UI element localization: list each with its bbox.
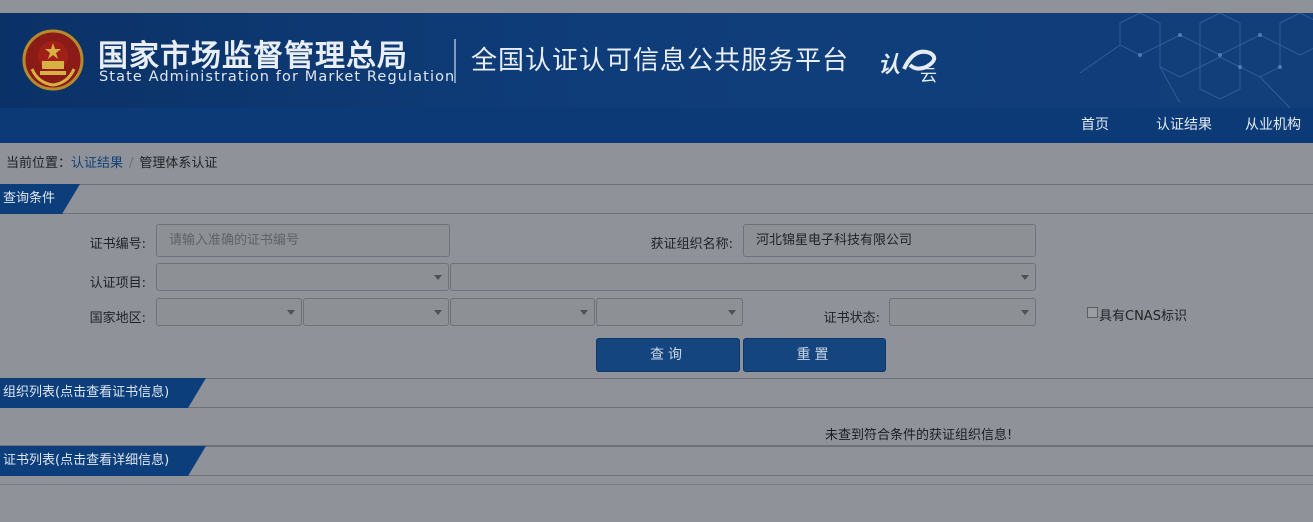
cert-no-label: 证书编号: xyxy=(89,237,146,252)
agency-name-en: State Administration for Market Regulati… xyxy=(99,69,456,85)
org-name-input[interactable]: 河北锦星电子科技有限公司 xyxy=(743,224,1036,257)
region-label: 国家地区: xyxy=(89,311,146,326)
query-section-title: 查询条件 xyxy=(0,184,80,214)
hexagon-network-decoration xyxy=(1079,13,1313,108)
project-label: 认证项目: xyxy=(89,276,146,291)
breadcrumb-current: 管理体系认证 xyxy=(139,156,218,171)
status-select[interactable] xyxy=(889,298,1036,326)
main-nav: 首页 认证结果 从业机构 xyxy=(0,108,1313,143)
content-bottom-divider xyxy=(0,484,1313,485)
reset-button[interactable]: 重置 xyxy=(743,338,886,372)
platform-title: 全国认证认可信息公共服务平台 xyxy=(471,46,850,76)
region-select-1[interactable] xyxy=(156,298,302,326)
search-button[interactable]: 查询 xyxy=(596,338,740,372)
org-name-label: 获证组织名称: xyxy=(650,237,733,252)
chevron-down-icon xyxy=(728,310,736,315)
status-label: 证书状态: xyxy=(823,311,880,326)
breadcrumb-prefix: 当前位置： xyxy=(6,156,72,171)
region-select-4[interactable] xyxy=(596,298,743,326)
region-select-2[interactable] xyxy=(303,298,449,326)
logo-text-rz: 认 xyxy=(878,53,901,78)
project-select-secondary[interactable] xyxy=(450,263,1036,291)
logo-text-yun: 云 xyxy=(920,66,937,86)
nav-item-home[interactable]: 首页 xyxy=(1081,108,1109,143)
national-emblem-icon xyxy=(22,29,84,91)
query-section-bar: 查询条件 xyxy=(0,184,1313,214)
org-list-section-title[interactable]: 组织列表(点击查看证书信息) xyxy=(0,378,206,408)
breadcrumb-separator: / xyxy=(129,156,134,171)
cert-list-section-bar: 证书列表(点击查看详细信息) xyxy=(0,446,1313,476)
org-list-empty-row xyxy=(0,413,1313,446)
cnas-checkbox[interactable] xyxy=(1087,307,1098,318)
nav-item-cert-results[interactable]: 认证结果 xyxy=(1156,108,1212,143)
header-divider xyxy=(454,39,456,83)
chevron-down-icon xyxy=(1021,310,1029,315)
chevron-down-icon xyxy=(580,310,588,315)
cnas-checkbox-label: 具有CNAS标识 xyxy=(1099,309,1187,324)
nav-item-institutions[interactable]: 从业机构 xyxy=(1245,108,1301,143)
org-list-empty-message: 未查到符合条件的获证组织信息! xyxy=(825,428,1013,443)
chevron-down-icon xyxy=(434,275,442,280)
org-list-section-bar: 组织列表(点击查看证书信息) xyxy=(0,378,1313,408)
breadcrumb-link[interactable]: 认证结果 xyxy=(71,156,123,171)
top-strip xyxy=(0,0,1313,13)
chevron-down-icon xyxy=(287,310,295,315)
project-select-primary[interactable] xyxy=(156,263,449,291)
cert-no-input[interactable]: 请输入准确的证书编号 xyxy=(156,224,450,257)
main-content: 当前位置：认证结果 / 管理体系认证 查询条件 证书编号: 请输入准确的证书编号 获… xyxy=(0,143,1313,522)
chevron-down-icon xyxy=(1021,275,1029,280)
breadcrumb: 当前位置：认证结果 / 管理体系认证 xyxy=(6,152,217,171)
cert-list-section-title[interactable]: 证书列表(点击查看详细信息) xyxy=(0,446,206,476)
region-select-3[interactable] xyxy=(450,298,595,326)
chevron-down-icon xyxy=(434,310,442,315)
site-header: 国家市场监督管理总局 State Administration for Mark… xyxy=(0,13,1313,108)
